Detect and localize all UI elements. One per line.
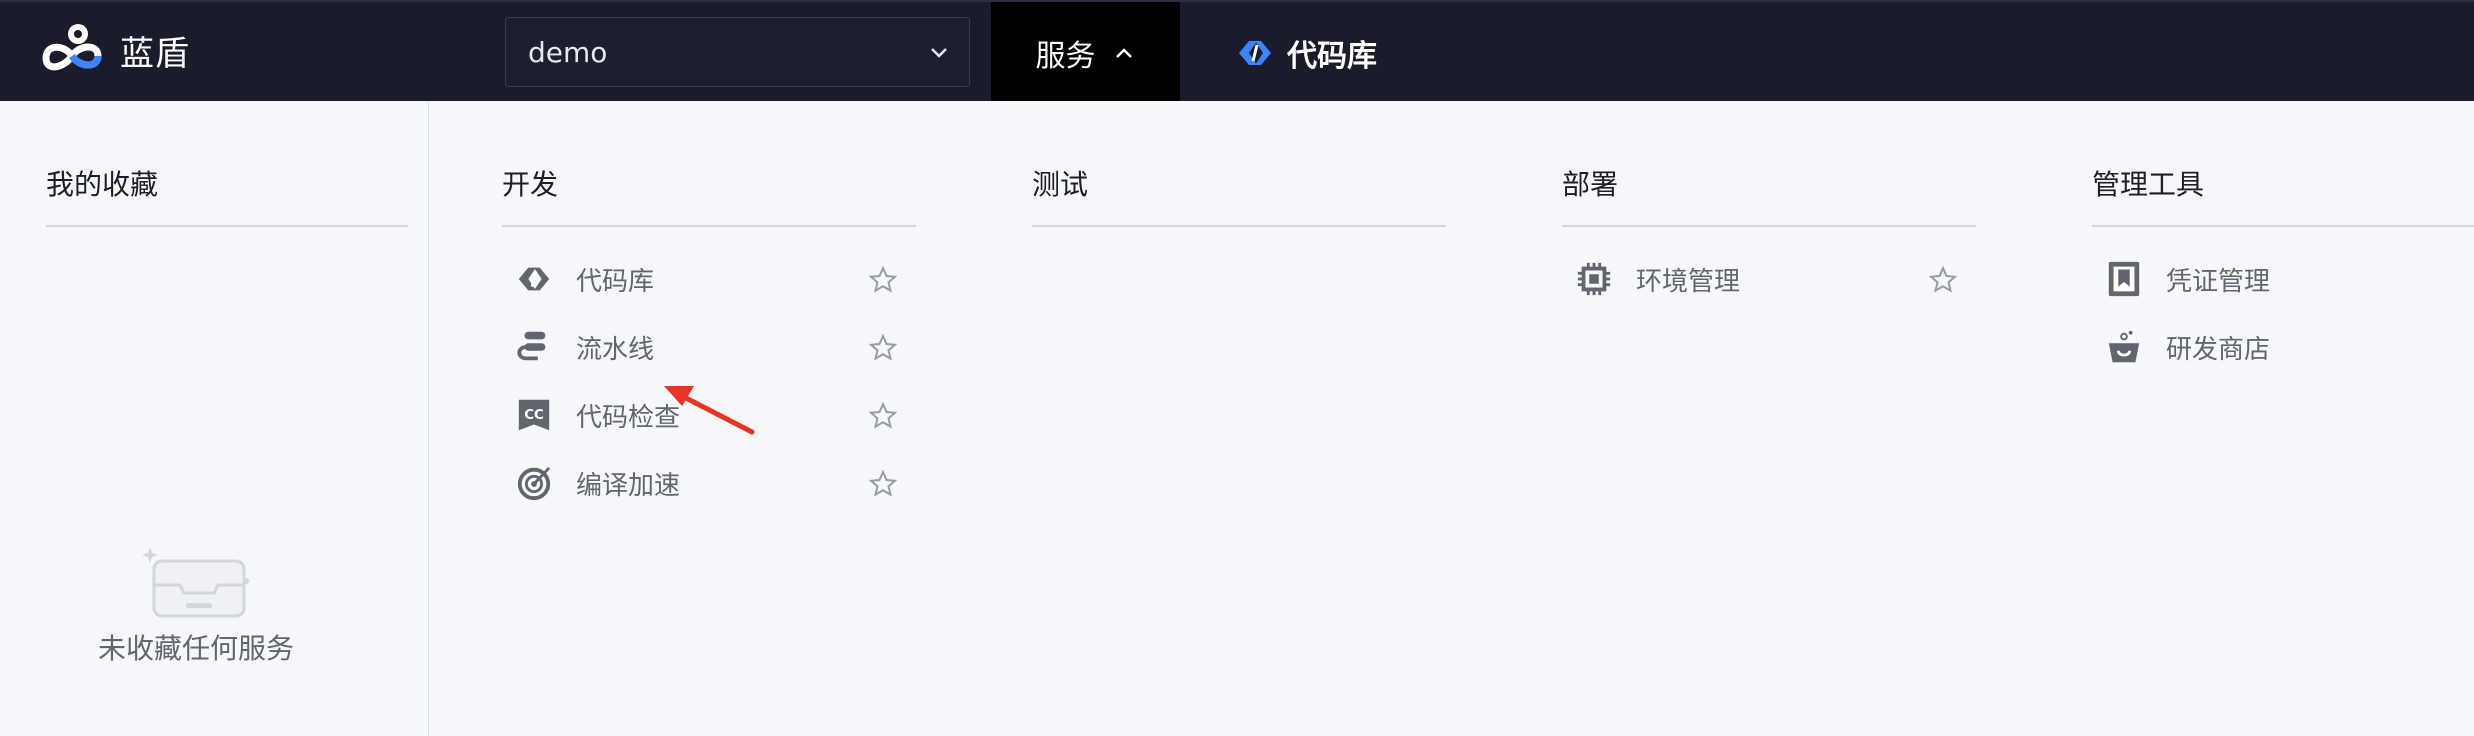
- svg-text:CC: CC: [524, 408, 544, 423]
- group-title-test: 测试: [1032, 163, 1446, 227]
- top-navigation-bar: 蓝盾 demo 服务 代码库: [0, 0, 2474, 103]
- environment-icon: [1577, 262, 1611, 296]
- services-menu-tab[interactable]: 服务: [991, 2, 1180, 103]
- current-service-link[interactable]: 代码库: [1235, 30, 1377, 76]
- pipeline-icon: [517, 331, 546, 361]
- group-title-dev: 开发: [502, 163, 916, 227]
- brand-name: 蓝盾: [120, 33, 190, 74]
- favorites-column: 我的收藏 未收藏任何服务: [0, 101, 429, 736]
- favorites-empty-text: 未收藏任何服务: [97, 632, 294, 665]
- current-service-label: 代码库: [1287, 39, 1377, 74]
- service-item-label: 凭证管理: [2166, 266, 2271, 297]
- service-item-label: 代码库: [576, 266, 655, 297]
- service-item-credential[interactable]: 凭证管理: [2092, 245, 2474, 313]
- credential-icon: [2108, 261, 2140, 297]
- empty-box-icon: [142, 547, 249, 618]
- service-item-label: 流水线: [576, 334, 655, 365]
- chevron-down-icon: [931, 48, 947, 58]
- project-select[interactable]: demo: [505, 17, 970, 87]
- code-repo-icon: [518, 267, 550, 291]
- brand-logo[interactable]: 蓝盾: [38, 20, 190, 80]
- service-item-compile-accel[interactable]: 编译加速: [502, 449, 916, 517]
- group-title-deploy: 部署: [1562, 163, 1976, 227]
- group-title-admin: 管理工具: [2092, 163, 2474, 227]
- code-repo-icon: [1239, 41, 1271, 65]
- lanshield-logo-icon: [42, 24, 102, 71]
- code-check-icon: CC: [518, 399, 550, 431]
- compile-accel-icon: [517, 466, 551, 501]
- services-dropdown-panel: 我的收藏 未收藏任何服务 开发 代码库 流水线 CC 代码检查 编译加速 测试 …: [0, 101, 2474, 736]
- chevron-up-icon: [1115, 47, 1132, 58]
- star-icon[interactable]: [868, 469, 898, 499]
- service-group-deploy: 部署 环境管理: [1562, 101, 1976, 313]
- service-item-label: 编译加速: [576, 470, 681, 501]
- annotation-arrow-icon: [664, 386, 755, 435]
- star-icon[interactable]: [868, 401, 898, 431]
- star-icon[interactable]: [868, 333, 898, 363]
- services-tab-label: 服务: [1035, 38, 1096, 74]
- star-icon[interactable]: [1928, 265, 1958, 295]
- service-item-store[interactable]: 研发商店: [2092, 313, 2474, 381]
- service-item-label: 研发商店: [2166, 334, 2271, 365]
- service-item-label: 环境管理: [1636, 266, 1741, 297]
- service-group-test: 测试: [1032, 101, 1446, 227]
- service-group-dev: 开发 代码库 流水线 CC 代码检查 编译加速: [502, 101, 916, 517]
- favorites-title: 我的收藏: [46, 163, 408, 227]
- service-item-code-repo[interactable]: 代码库: [502, 245, 916, 313]
- service-item-pipeline[interactable]: 流水线: [502, 313, 916, 381]
- service-group-admin: 管理工具 凭证管理 研发商店: [2092, 101, 2474, 381]
- project-select-value: demo: [528, 35, 608, 69]
- store-icon: [2108, 330, 2140, 363]
- star-icon[interactable]: [868, 265, 898, 295]
- favorites-empty-state: 未收藏任何服务: [46, 541, 346, 667]
- service-item-environment[interactable]: 环境管理: [1562, 245, 1976, 313]
